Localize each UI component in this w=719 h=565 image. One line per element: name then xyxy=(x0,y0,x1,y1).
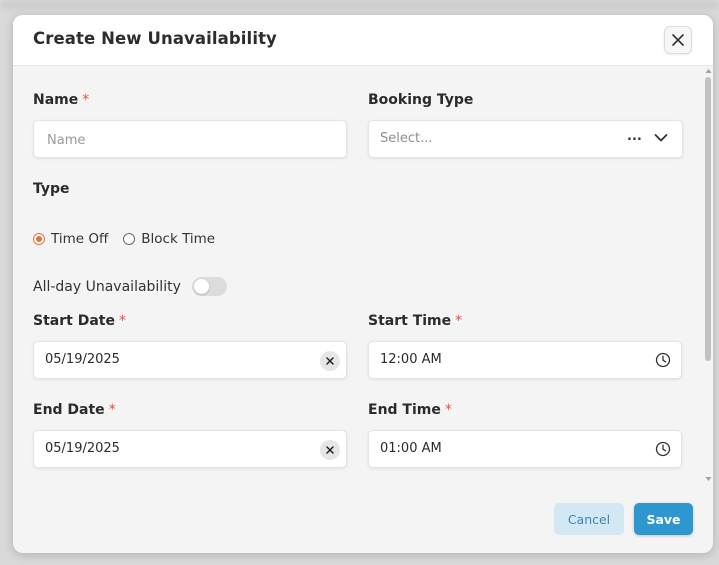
end-date-value: 05/19/2025 xyxy=(45,441,120,456)
start-time-value: 12:00 AM xyxy=(380,352,442,367)
all-day-row: All-day Unavailability xyxy=(33,277,227,296)
end-time-value: 01:00 AM xyxy=(380,441,442,456)
name-field-wrapper xyxy=(33,120,347,159)
required-mark: * xyxy=(118,313,126,329)
end-time-label: End Time * xyxy=(368,402,452,418)
type-radio-group: Time Off Block Time xyxy=(33,231,230,247)
start-date-clear-button[interactable] xyxy=(320,351,340,371)
modal-body: Name* Booking Type Select... ... Type Ti… xyxy=(13,65,713,553)
end-date-label-text: End Date xyxy=(33,402,105,418)
scrollbar[interactable] xyxy=(704,65,713,485)
name-label: Name * xyxy=(33,92,89,108)
all-day-label: All-day Unavailability xyxy=(33,278,181,295)
end-date-clear-button[interactable] xyxy=(320,440,340,460)
radio-block-time[interactable]: Block Time xyxy=(123,231,215,247)
booking-type-label: Booking Type xyxy=(368,92,474,108)
required-mark: * xyxy=(82,92,90,108)
radio-time-off[interactable]: Time Off xyxy=(33,231,108,247)
scroll-down-arrow-icon[interactable] xyxy=(704,475,713,483)
start-date-value: 05/19/2025 xyxy=(45,352,120,367)
create-unavailability-modal: Create New Unavailability Name* Booking … xyxy=(13,15,713,553)
end-time-input[interactable]: 01:00 AM xyxy=(368,430,682,468)
type-label: Type xyxy=(33,181,70,197)
close-button[interactable] xyxy=(664,26,692,54)
start-time-input[interactable]: 12:00 AM xyxy=(368,341,682,379)
scroll-up-arrow-icon[interactable] xyxy=(704,67,713,75)
save-button[interactable]: Save xyxy=(634,503,693,535)
radio-block-time-label: Block Time xyxy=(141,231,216,247)
clear-icon xyxy=(326,446,334,454)
close-icon xyxy=(672,34,684,46)
end-date-label: End Date * xyxy=(33,402,116,418)
scrollbar-thumb[interactable] xyxy=(705,77,711,361)
required-mark: * xyxy=(108,402,116,418)
start-date-input[interactable]: 05/19/2025 xyxy=(33,341,347,379)
start-date-label-text: Start Date xyxy=(33,313,115,329)
name-input[interactable] xyxy=(45,121,289,159)
end-date-input[interactable]: 05/19/2025 xyxy=(33,430,347,468)
radio-checked-icon xyxy=(33,233,45,245)
radio-unchecked-icon xyxy=(123,233,136,245)
end-time-label-text: End Time xyxy=(368,402,441,418)
start-date-label: Start Date * xyxy=(33,313,126,329)
required-mark: * xyxy=(455,313,463,329)
toggle-knob xyxy=(193,279,209,294)
required-mark: * xyxy=(444,402,452,418)
all-day-toggle[interactable] xyxy=(191,277,227,296)
modal-title: Create New Unavailability xyxy=(33,29,277,48)
chevron-down-icon[interactable] xyxy=(654,131,668,145)
cancel-button[interactable]: Cancel xyxy=(554,503,624,535)
modal-header: Create New Unavailability xyxy=(13,15,713,66)
clock-icon[interactable] xyxy=(655,441,671,457)
booking-type-ellipsis: ... xyxy=(627,129,642,144)
backdrop xyxy=(0,0,719,10)
booking-type-placeholder: Select... xyxy=(380,131,433,146)
start-time-label-text: Start Time xyxy=(368,313,452,329)
start-time-label: Start Time * xyxy=(368,313,462,329)
name-label-text: Name xyxy=(33,92,79,108)
booking-type-select[interactable]: Select... ... xyxy=(368,120,683,158)
radio-time-off-label: Time Off xyxy=(51,231,109,247)
clear-icon xyxy=(326,357,334,365)
clock-icon[interactable] xyxy=(655,352,671,368)
